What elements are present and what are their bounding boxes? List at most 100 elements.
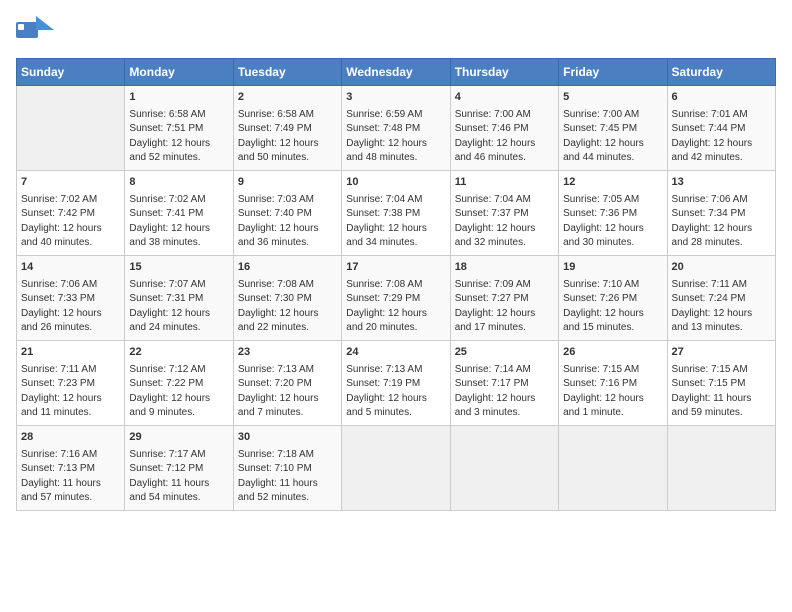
calendar-cell: 6Sunrise: 7:01 AMSunset: 7:44 PMDaylight… [667,86,775,171]
day-info-line: Daylight: 12 hours [346,392,445,407]
day-number: 23 [238,345,337,361]
day-info-line: Sunrise: 6:58 AM [238,108,337,123]
calendar-week-1: 1Sunrise: 6:58 AMSunset: 7:51 PMDaylight… [17,86,776,171]
calendar-cell: 16Sunrise: 7:08 AMSunset: 7:30 PMDayligh… [233,255,341,340]
day-info-line: Daylight: 11 hours [672,392,771,407]
calendar-cell: 21Sunrise: 7:11 AMSunset: 7:23 PMDayligh… [17,340,125,425]
day-info-line: Daylight: 12 hours [672,307,771,322]
day-info-line: Daylight: 12 hours [455,392,554,407]
day-info-line: Daylight: 12 hours [455,222,554,237]
day-info-line: Daylight: 12 hours [238,392,337,407]
day-info-line: Sunset: 7:24 PM [672,292,771,307]
day-number: 29 [129,430,228,446]
day-info-line: Daylight: 12 hours [455,137,554,152]
day-info-line: Sunrise: 7:02 AM [129,193,228,208]
day-info-line: and 32 minutes. [455,236,554,251]
header-day-saturday: Saturday [667,59,775,86]
day-number: 21 [21,345,120,361]
day-info-line: Daylight: 12 hours [21,392,120,407]
day-info-line: and 11 minutes. [21,406,120,421]
day-number: 27 [672,345,771,361]
calendar-cell [342,425,450,510]
day-number: 11 [455,175,554,191]
day-info-line: and 42 minutes. [672,151,771,166]
day-info-line: Sunset: 7:34 PM [672,207,771,222]
day-number: 10 [346,175,445,191]
calendar-cell: 1Sunrise: 6:58 AMSunset: 7:51 PMDaylight… [125,86,233,171]
day-info-line: Sunset: 7:45 PM [563,122,662,137]
day-number: 25 [455,345,554,361]
day-info-line: Daylight: 12 hours [129,307,228,322]
day-info-line: Sunrise: 7:11 AM [672,278,771,293]
calendar-cell: 14Sunrise: 7:06 AMSunset: 7:33 PMDayligh… [17,255,125,340]
day-number: 7 [21,175,120,191]
day-info-line: and 57 minutes. [21,491,120,506]
day-info-line: Sunset: 7:29 PM [346,292,445,307]
header-day-friday: Friday [559,59,667,86]
day-info-line: Daylight: 12 hours [21,222,120,237]
day-info-line: and 17 minutes. [455,321,554,336]
calendar-cell [559,425,667,510]
day-info-line: Sunrise: 7:06 AM [21,278,120,293]
calendar-cell: 12 Sunrise: 7:05 AMSunset: 7:36 PMDayligh… [559,170,667,255]
day-info-line: and 54 minutes. [129,491,228,506]
day-info-line: Daylight: 12 hours [21,307,120,322]
day-number: 19 [563,260,662,276]
day-number: 18 [455,260,554,276]
calendar-cell: 13Sunrise: 7:06 AMSunset: 7:34 PMDayligh… [667,170,775,255]
day-info-line: Daylight: 12 hours [563,137,662,152]
calendar-cell: 17Sunrise: 7:08 AMSunset: 7:29 PMDayligh… [342,255,450,340]
calendar-cell: 19Sunrise: 7:10 AMSunset: 7:26 PMDayligh… [559,255,667,340]
day-info-line: Sunrise: 7:00 AM [563,108,662,123]
day-info-line: Sunrise: 7:04 AM [346,193,445,208]
day-info-line: Daylight: 11 hours [129,477,228,492]
day-info-line: Sunrise: 7:05 AM [563,193,662,208]
calendar-cell: 7Sunrise: 7:02 AMSunset: 7:42 PMDaylight… [17,170,125,255]
calendar-table: SundayMondayTuesdayWednesdayThursdayFrid… [16,58,776,511]
calendar-cell [450,425,558,510]
day-number: 16 [238,260,337,276]
day-info-line: and 28 minutes. [672,236,771,251]
calendar-cell: 29Sunrise: 7:17 AMSunset: 7:12 PMDayligh… [125,425,233,510]
day-info-line: Sunrise: 7:11 AM [21,363,120,378]
day-info-line: Sunrise: 7:09 AM [455,278,554,293]
day-info-line: and 9 minutes. [129,406,228,421]
calendar-cell: 27Sunrise: 7:15 AMSunset: 7:15 PMDayligh… [667,340,775,425]
header-day-wednesday: Wednesday [342,59,450,86]
day-info-line: Sunset: 7:27 PM [455,292,554,307]
page-header [16,16,776,46]
day-info-line: Daylight: 12 hours [129,222,228,237]
calendar-cell: 18Sunrise: 7:09 AMSunset: 7:27 PMDayligh… [450,255,558,340]
day-info-line: and 40 minutes. [21,236,120,251]
day-info-line: Sunset: 7:36 PM [563,207,662,222]
day-info-line: and 26 minutes. [21,321,120,336]
day-info-line: Sunset: 7:51 PM [129,122,228,137]
day-info-line: Sunset: 7:37 PM [455,207,554,222]
calendar-cell: 4Sunrise: 7:00 AMSunset: 7:46 PMDaylight… [450,86,558,171]
day-info-line: Daylight: 12 hours [563,222,662,237]
calendar-body: 1Sunrise: 6:58 AMSunset: 7:51 PMDaylight… [17,86,776,511]
day-info-line: Daylight: 11 hours [238,477,337,492]
day-info-line: Sunset: 7:46 PM [455,122,554,137]
day-info-line: Sunset: 7:17 PM [455,377,554,392]
day-info-line: Sunrise: 7:07 AM [129,278,228,293]
day-info-line: Sunrise: 7:17 AM [129,448,228,463]
calendar-cell: 15Sunrise: 7:07 AMSunset: 7:31 PMDayligh… [125,255,233,340]
day-info-line: Daylight: 12 hours [129,137,228,152]
day-number: 20 [672,260,771,276]
day-info-line: Sunrise: 7:08 AM [346,278,445,293]
day-number: 28 [21,430,120,446]
day-info-line: Daylight: 12 hours [238,137,337,152]
day-info-line: Sunset: 7:42 PM [21,207,120,222]
calendar-cell: 5Sunrise: 7:00 AMSunset: 7:45 PMDaylight… [559,86,667,171]
day-info-line: and 22 minutes. [238,321,337,336]
calendar-cell [667,425,775,510]
calendar-cell [17,86,125,171]
day-number: 12 [563,175,662,191]
day-info-line: Sunset: 7:13 PM [21,462,120,477]
day-info-line: and 48 minutes. [346,151,445,166]
day-info-line: Sunrise: 6:58 AM [129,108,228,123]
calendar-cell: 28Sunrise: 7:16 AMSunset: 7:13 PMDayligh… [17,425,125,510]
day-info-line: Sunset: 7:22 PM [129,377,228,392]
calendar-cell: 9Sunrise: 7:03 AMSunset: 7:40 PMDaylight… [233,170,341,255]
